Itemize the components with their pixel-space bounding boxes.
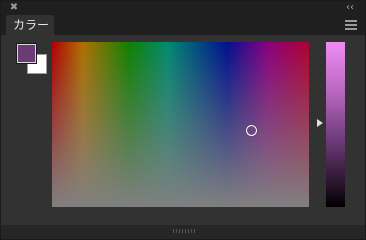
color-slider[interactable]	[326, 42, 345, 207]
close-icon[interactable]: ✖	[9, 3, 19, 13]
collapse-panel-icon[interactable]: ‹‹	[343, 2, 357, 14]
panel-menu-icon[interactable]	[345, 19, 357, 31]
panel-tabbar: カラー	[1, 15, 365, 35]
color-picker-circle[interactable]	[246, 125, 257, 136]
foreground-color-swatch[interactable]	[17, 44, 36, 63]
panel-bottom-strip	[1, 225, 365, 239]
color-panel: ✖ ‹‹ カラー	[0, 0, 366, 240]
color-field[interactable]	[52, 42, 309, 207]
resize-grip[interactable]	[173, 229, 195, 233]
tab-color[interactable]: カラー	[6, 15, 54, 35]
panel-titlebar: ✖ ‹‹	[1, 1, 365, 15]
slider-handle[interactable]	[317, 118, 323, 127]
